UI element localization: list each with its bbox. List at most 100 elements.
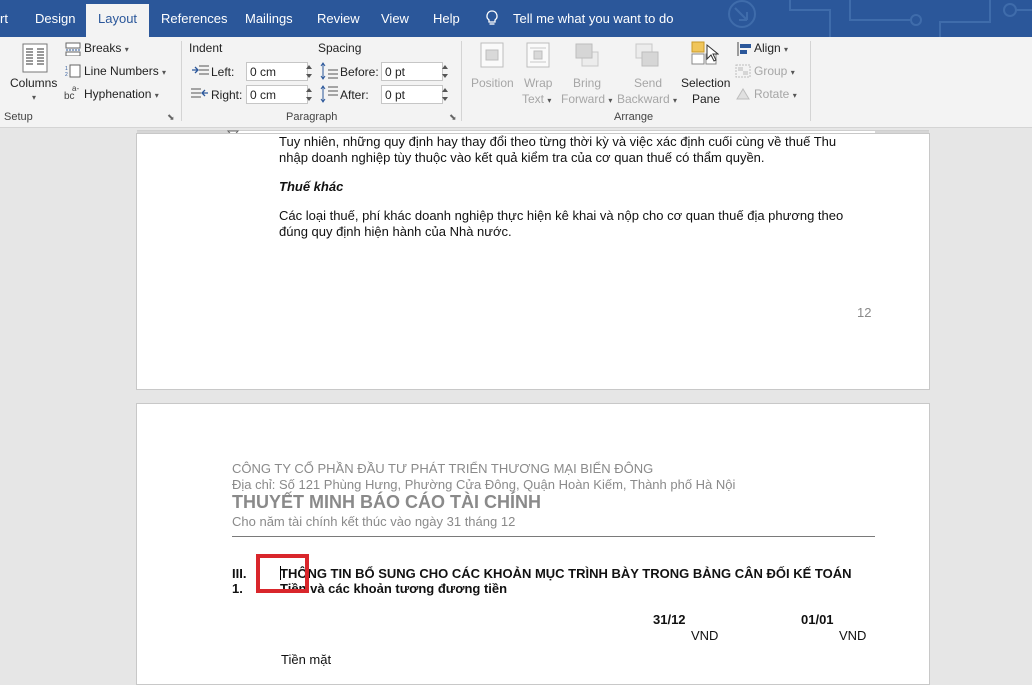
tab-insert[interactable]: rt bbox=[0, 0, 8, 37]
columns-button[interactable]: Columns bbox=[10, 76, 57, 90]
indent-right-label: Right: bbox=[211, 88, 243, 102]
line-numbers-button[interactable]: Line Numbers ▾ bbox=[84, 64, 166, 78]
page-number: 12 bbox=[857, 305, 872, 320]
spacing-before-field[interactable]: 0 pt bbox=[381, 62, 443, 81]
hyphenation-button[interactable]: Hyphenation ▾ bbox=[84, 87, 159, 101]
align-icon bbox=[737, 42, 751, 56]
rotate-label: Rotate bbox=[754, 87, 790, 101]
indent-left-label: Left: bbox=[211, 65, 235, 79]
selection-pane-button-line2: Pane bbox=[692, 92, 721, 106]
report-period: Cho năm tài chính kết thúc vào ngày 31 t… bbox=[232, 514, 516, 529]
spacing-before-spinner[interactable] bbox=[440, 62, 450, 81]
spacing-before-label: Before: bbox=[340, 65, 379, 79]
body-text-line: đúng quy định hiện hành của Nhà nước. bbox=[279, 224, 512, 239]
column-header-01-01: 01/01 bbox=[801, 612, 834, 627]
align-button[interactable]: Align ▾ bbox=[754, 41, 788, 55]
tab-design[interactable]: Design bbox=[35, 0, 75, 37]
send-backward-button[interactable]: Send bbox=[634, 76, 662, 90]
subheading: Thuế khác bbox=[279, 179, 344, 194]
send-backward-button-line2: Backward ▾ bbox=[617, 92, 678, 106]
group-label-arrange: Arrange bbox=[614, 111, 654, 123]
document-page-12: Tuy nhiên, những quy định hay thay đổi t… bbox=[136, 133, 930, 390]
bring-forward-icon bbox=[575, 43, 599, 67]
tell-me-search[interactable]: Tell me what you want to do bbox=[485, 0, 673, 37]
company-address: Địa chỉ: Số 121 Phùng Hưng, Phường Cửa Đ… bbox=[232, 477, 736, 492]
section-title: THÔNG TIN BỔ SUNG CHO CÁC KHOẢN MỤC TRÌN… bbox=[280, 566, 852, 581]
group-button[interactable]: Group ▾ bbox=[754, 64, 795, 78]
breaks-button[interactable]: Breaks ▾ bbox=[84, 41, 129, 55]
indent-left-field[interactable]: 0 cm bbox=[246, 62, 308, 81]
spacing-after-icon bbox=[320, 85, 338, 103]
bring-forward-button-line2: Forward ▾ bbox=[561, 92, 613, 106]
document-page-13: CÔNG TY CỔ PHẦN ĐẦU TƯ PHÁT TRIỂN THƯƠNG… bbox=[136, 403, 930, 685]
page-setup-launcher-icon[interactable]: ⬊ bbox=[167, 112, 175, 123]
columns-icon bbox=[22, 43, 48, 73]
column-header-31-12: 31/12 bbox=[653, 612, 686, 627]
columns-dropdown-arrow: ▾ bbox=[32, 93, 37, 102]
spacing-before-icon bbox=[320, 62, 338, 80]
group-separator bbox=[810, 41, 811, 121]
tell-me-label: Tell me what you want to do bbox=[513, 11, 674, 26]
tab-review[interactable]: Review bbox=[317, 0, 360, 37]
bring-forward-button[interactable]: Bring bbox=[573, 76, 601, 90]
hyphenation-icon: bca- bbox=[64, 85, 79, 101]
wrap-text-button[interactable]: Wrap bbox=[524, 76, 552, 90]
column-unit-vnd: VND bbox=[691, 628, 719, 643]
tab-layout[interactable]: Layout bbox=[86, 4, 150, 37]
circuit-pattern-decoration bbox=[728, 0, 1032, 37]
body-text-line: Tuy nhiên, những quy định hay thay đổi t… bbox=[279, 134, 837, 149]
wrap-text-button-line2: Text ▾ bbox=[522, 92, 552, 106]
body-text-line: nhập doanh nghiệp tùy thuộc vào kết quả … bbox=[279, 150, 765, 165]
body-text-line: Các loại thuế, phí khác doanh nghiệp thự… bbox=[279, 208, 844, 223]
spacing-after-spinner[interactable] bbox=[440, 85, 450, 104]
line-numbers-label: Line Numbers bbox=[84, 64, 159, 78]
highlight-box bbox=[256, 554, 309, 593]
group-label-paragraph: Paragraph bbox=[286, 111, 338, 123]
spacing-after-label: After: bbox=[340, 88, 369, 102]
spacing-header: Spacing bbox=[318, 41, 362, 55]
align-label: Align bbox=[754, 41, 781, 55]
paragraph-launcher-icon[interactable]: ⬊ bbox=[449, 112, 457, 123]
wrap-text-icon bbox=[526, 42, 550, 68]
item-number: 1. bbox=[232, 581, 243, 596]
selection-pane-icon bbox=[691, 41, 719, 65]
header-divider bbox=[232, 536, 875, 537]
group-label: Group bbox=[754, 64, 788, 78]
indent-right-spinner[interactable] bbox=[304, 85, 314, 104]
svg-text:2: 2 bbox=[65, 72, 68, 78]
indent-left-icon bbox=[192, 65, 209, 75]
tab-view[interactable]: View bbox=[381, 0, 409, 37]
send-backward-icon bbox=[635, 43, 659, 67]
column-unit-vnd: VND bbox=[839, 628, 867, 643]
lightbulb-icon bbox=[486, 10, 498, 25]
document-workspace[interactable]: Tuy nhiên, những quy định hay thay đổi t… bbox=[0, 133, 1032, 685]
rotate-icon bbox=[736, 88, 750, 100]
selection-pane-button[interactable]: Selection bbox=[681, 76, 730, 90]
indent-right-field[interactable]: 0 cm bbox=[246, 85, 308, 104]
svg-text:a-: a- bbox=[72, 85, 79, 93]
position-icon bbox=[480, 42, 504, 68]
spacing-after-field[interactable]: 0 pt bbox=[381, 85, 443, 104]
rotate-button[interactable]: Rotate ▾ bbox=[754, 87, 797, 101]
section-number: III. bbox=[232, 566, 247, 581]
document-title: THUYẾT MINH BÁO CÁO TÀI CHÍNH bbox=[232, 492, 541, 512]
table-row-label: Tiền mặt bbox=[281, 652, 332, 667]
tab-references[interactable]: References bbox=[161, 0, 227, 37]
indent-right-icon bbox=[191, 88, 208, 98]
group-separator bbox=[181, 41, 182, 121]
group-objects-icon bbox=[735, 64, 751, 78]
line-numbers-icon: 12 bbox=[65, 64, 81, 78]
indent-header: Indent bbox=[189, 41, 223, 55]
hyphenation-label: Hyphenation bbox=[84, 87, 152, 101]
ribbon-tab-bar: rt Design Layout References Mailings Rev… bbox=[0, 0, 1032, 37]
group-separator bbox=[461, 41, 462, 121]
breaks-label: Breaks bbox=[84, 41, 122, 55]
tab-mailings[interactable]: Mailings bbox=[245, 0, 293, 37]
ribbon-layout: Columns ▾ Breaks ▾ 12 Line Numbers ▾ bc a… bbox=[0, 37, 1032, 128]
item-title: Tiền và các khoản tương đương tiền bbox=[280, 581, 508, 596]
indent-left-spinner[interactable] bbox=[304, 62, 314, 81]
breaks-icon bbox=[65, 42, 81, 56]
group-label-setup: Setup bbox=[4, 111, 33, 123]
position-button[interactable]: Position bbox=[471, 76, 514, 90]
tab-help[interactable]: Help bbox=[433, 0, 460, 37]
